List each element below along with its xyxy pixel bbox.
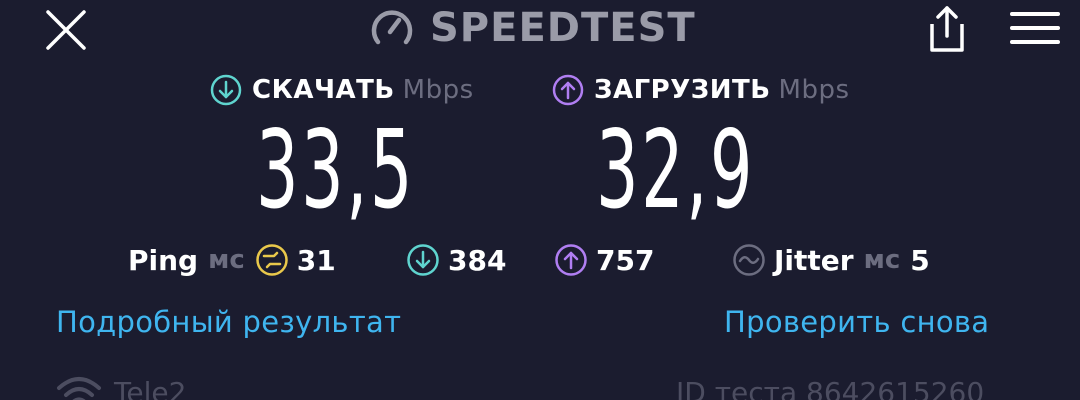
- upload-unit: Mbps: [778, 75, 850, 105]
- close-icon: [46, 10, 86, 50]
- download-latency-stat: 384: [406, 238, 506, 282]
- ping-label: Ping: [128, 243, 199, 277]
- share-button[interactable]: [920, 4, 974, 54]
- carrier-info: Tele2: [56, 372, 186, 400]
- download-arrow-icon: [210, 74, 242, 106]
- upload-speed-value: 32,9: [596, 108, 756, 233]
- ping-stat: Ping мс 31: [128, 238, 336, 282]
- download-arrow-icon: [407, 244, 439, 276]
- jitter-unit: мс: [863, 245, 901, 275]
- test-id: ID теста 8642615260: [676, 375, 985, 400]
- gauge-icon: [371, 10, 413, 45]
- menu-icon: [1010, 12, 1060, 44]
- jitter-value: 5: [910, 243, 930, 277]
- ping-value: 31: [296, 243, 336, 277]
- jitter-stat: Jitter мс 5: [732, 238, 930, 282]
- jitter-label: Jitter: [774, 243, 854, 277]
- upload-label: ЗАГРУЗИТЬ: [594, 75, 771, 105]
- speedtest-result-screen: SPEEDTEST СКАЧАТЬ Mbps ЗАГРУЗИТЬ Mbps 33…: [0, 0, 1080, 400]
- download-unit: Mbps: [402, 75, 474, 105]
- carrier-name: Tele2: [114, 375, 187, 400]
- upload-latency-value: 757: [596, 243, 655, 277]
- app-brand: SPEEDTEST: [368, 2, 696, 54]
- upload-latency-stat: 757: [554, 238, 654, 282]
- download-speed-value: 33,5: [256, 108, 416, 233]
- test-again-link[interactable]: Проверить снова: [724, 305, 989, 339]
- menu-button[interactable]: [1008, 10, 1062, 46]
- wifi-icon: [57, 377, 101, 400]
- download-label: СКАЧАТЬ: [252, 75, 395, 105]
- ping-unit: мс: [208, 245, 245, 275]
- share-icon: [930, 6, 964, 52]
- upload-header: ЗАГРУЗИТЬ Mbps: [552, 70, 850, 110]
- download-header: СКАЧАТЬ Mbps: [210, 70, 474, 110]
- close-button[interactable]: [42, 6, 90, 54]
- jitter-icon: [733, 244, 765, 276]
- upload-arrow-icon: [555, 244, 587, 276]
- brand-title: SPEEDTEST: [430, 5, 696, 51]
- download-latency-value: 384: [448, 243, 507, 277]
- upload-arrow-icon: [552, 74, 584, 106]
- detailed-result-link[interactable]: Подробный результат: [56, 305, 401, 339]
- ping-icon: [256, 244, 288, 276]
